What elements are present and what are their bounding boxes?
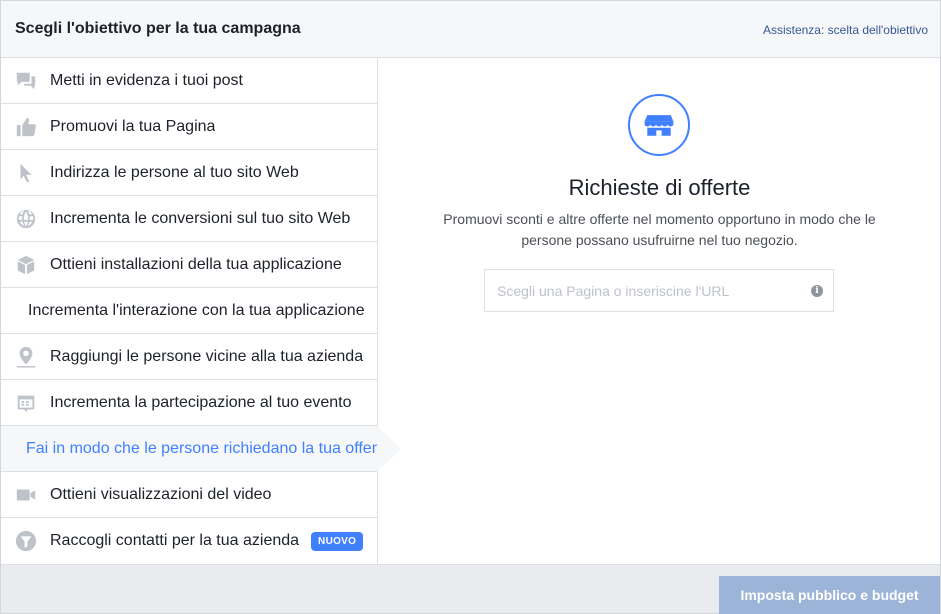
info-icon[interactable]: i (811, 285, 823, 297)
objective-label: Metti in evidenza i tuoi post (50, 71, 243, 89)
thumbs-up-icon (14, 115, 38, 139)
objective-title: Richieste di offerte (568, 175, 751, 200)
campaign-objective-dialog: Scegli l'obiettivo per la tua campagna A… (0, 0, 941, 614)
objective-label: Fai in modo che le persone richiedano la… (26, 439, 377, 457)
objective-label: Incrementa le conversioni sul tuo sito W… (50, 209, 351, 227)
objective-lead-generation[interactable]: Raccogli contatti per la tua azienda NUO… (1, 518, 377, 564)
page-url-input[interactable] (485, 270, 805, 311)
objective-label: Raggiungi le persone vicine alla tua azi… (50, 347, 364, 365)
objective-list: Metti in evidenza i tuoi post Promuovi l… (1, 58, 401, 564)
objective-local-awareness[interactable]: Raggiungi le persone vicine alla tua azi… (1, 334, 377, 380)
dialog-body: Metti in evidenza i tuoi post Promuovi l… (1, 58, 940, 564)
objective-label: Indirizza le persone al tuo sito Web (50, 163, 299, 181)
objective-app-engagement[interactable]: Incrementa l'interazione con la tua appl… (1, 288, 377, 334)
funnel-icon (14, 529, 38, 553)
objective-app-installs[interactable]: Ottieni installazioni della tua applicaz… (1, 242, 377, 288)
objective-label: Incrementa l'interazione con la tua appl… (28, 301, 365, 319)
speech-bubbles-icon (14, 69, 38, 93)
globe-icon (14, 207, 38, 231)
objective-label: Promuovi la tua Pagina (50, 117, 216, 135)
objective-label: Ottieni installazioni della tua applicaz… (50, 255, 342, 273)
page-url-field: i (484, 269, 834, 312)
new-badge: NUOVO (311, 531, 364, 551)
objective-description: Promuovi sconti e altre offerte nel mome… (443, 211, 876, 248)
box-icon (14, 253, 38, 277)
objective-label: Raccogli contatti per la tua azienda (50, 532, 300, 549)
help-link[interactable]: Assistenza: scelta dell'obiettivo (763, 23, 928, 37)
objective-label: Ottieni visualizzazioni del video (50, 485, 272, 503)
objective-event-responses[interactable]: Incrementa la partecipazione al tuo even… (1, 380, 377, 426)
objective-video-views[interactable]: Ottieni visualizzazioni del video (1, 472, 377, 518)
video-camera-icon (14, 483, 38, 507)
objective-offer-claims[interactable]: Fai in modo che le persone richiedano la… (1, 426, 401, 472)
storefront-icon (628, 94, 690, 156)
calendar-icon (14, 391, 38, 415)
set-audience-budget-button[interactable]: Imposta pubblico e budget (719, 576, 940, 614)
objective-website-conversions[interactable]: Incrementa le conversioni sul tuo sito W… (1, 196, 377, 242)
objective-boost-posts[interactable]: Metti in evidenza i tuoi post (1, 58, 377, 104)
dialog-header: Scegli l'obiettivo per la tua campagna A… (1, 1, 940, 58)
objective-detail-panel: Richieste di offerte Promuovi sconti e a… (379, 58, 940, 564)
cursor-icon (14, 161, 38, 185)
objective-website-traffic[interactable]: Indirizza le persone al tuo sito Web (1, 150, 377, 196)
objective-label: Incrementa la partecipazione al tuo even… (50, 393, 352, 411)
dialog-footer: Imposta pubblico e budget (1, 564, 940, 614)
objective-promote-page[interactable]: Promuovi la tua Pagina (1, 104, 377, 150)
map-pin-icon (14, 345, 38, 369)
dialog-title: Scegli l'obiettivo per la tua campagna (15, 20, 301, 37)
